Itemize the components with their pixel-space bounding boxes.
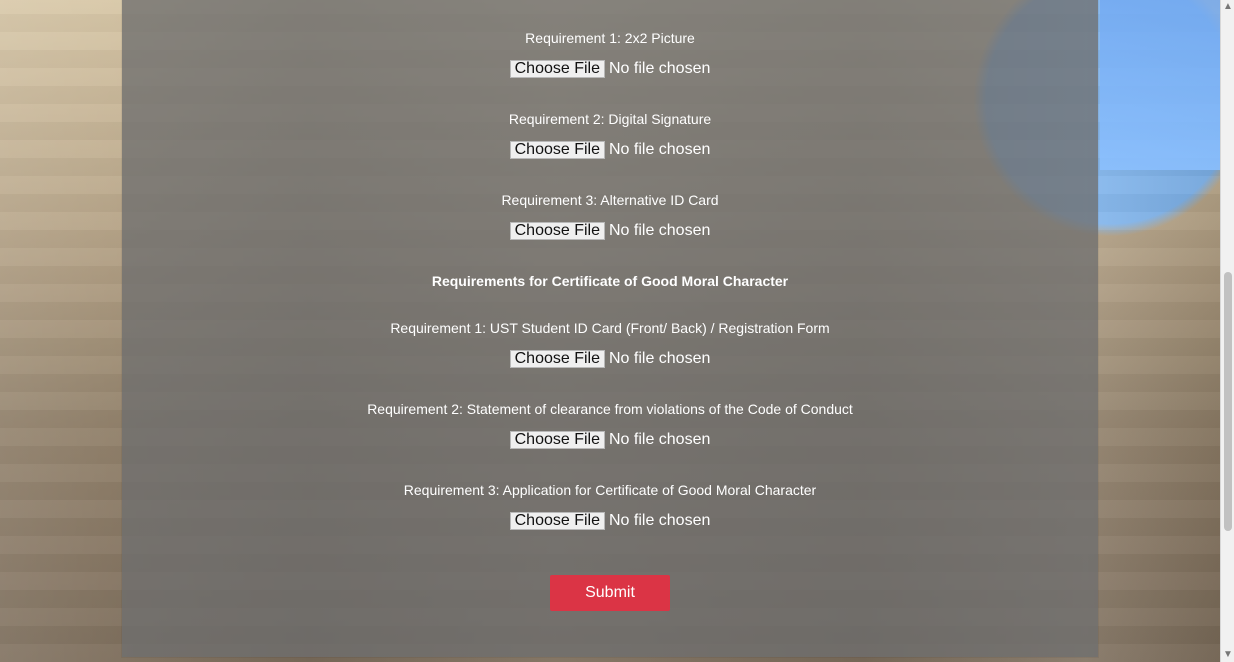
- file-upload-row: Choose File No file chosen: [122, 430, 1098, 449]
- choose-file-button[interactable]: Choose File: [509, 511, 605, 530]
- requirement-signature: Requirement 2: Digital Signature Choose …: [122, 111, 1098, 159]
- scroll-down-icon[interactable]: ▼: [1223, 650, 1233, 660]
- file-status-text: No file chosen: [608, 430, 711, 448]
- requirement-label: Requirement 3: Application for Certifica…: [403, 482, 817, 498]
- choose-file-button[interactable]: Choose File: [509, 140, 605, 159]
- section-title: Requirements for Certificate of Good Mor…: [431, 273, 789, 289]
- requirement-label: Requirement 1: UST Student ID Card (Fron…: [390, 320, 830, 336]
- requirement-application: Requirement 3: Application for Certifica…: [122, 482, 1098, 530]
- requirement-label: Requirement 2: Digital Signature: [508, 111, 712, 127]
- choose-file-button[interactable]: Choose File: [509, 349, 605, 368]
- file-status-text: No file chosen: [608, 59, 711, 77]
- choose-file-button[interactable]: Choose File: [509, 221, 605, 240]
- submit-button[interactable]: Submit: [550, 575, 670, 611]
- file-status-text: No file chosen: [608, 140, 711, 158]
- file-upload-row: Choose File No file chosen: [122, 140, 1098, 159]
- file-upload-row: Choose File No file chosen: [122, 511, 1098, 530]
- choose-file-button[interactable]: Choose File: [509, 59, 605, 78]
- requirement-student-id: Requirement 1: UST Student ID Card (Fron…: [122, 320, 1098, 368]
- file-status-text: No file chosen: [608, 511, 711, 529]
- scroll-thumb[interactable]: [1224, 272, 1232, 531]
- vertical-scrollbar[interactable]: ▲ ▼: [1220, 0, 1234, 662]
- requirement-id-card: Requirement 3: Alternative ID Card Choos…: [122, 192, 1098, 240]
- requirement-clearance: Requirement 2: Statement of clearance fr…: [122, 401, 1098, 449]
- file-status-text: No file chosen: [608, 221, 711, 239]
- choose-file-button[interactable]: Choose File: [509, 430, 605, 449]
- file-upload-row: Choose File No file chosen: [122, 59, 1098, 78]
- requirement-label: Requirement 3: Alternative ID Card: [501, 192, 719, 208]
- file-status-text: No file chosen: [608, 349, 711, 367]
- requirement-picture: Requirement 1: 2x2 Picture Choose File N…: [122, 30, 1098, 78]
- requirement-label: Requirement 1: 2x2 Picture: [525, 30, 695, 46]
- file-upload-row: Choose File No file chosen: [122, 349, 1098, 368]
- requirement-label: Requirement 2: Statement of clearance fr…: [367, 401, 853, 417]
- scroll-up-icon[interactable]: ▲: [1223, 2, 1233, 12]
- form-panel: Requirement 1: 2x2 Picture Choose File N…: [122, 0, 1098, 657]
- file-upload-row: Choose File No file chosen: [122, 221, 1098, 240]
- sky-background: [1100, 0, 1220, 170]
